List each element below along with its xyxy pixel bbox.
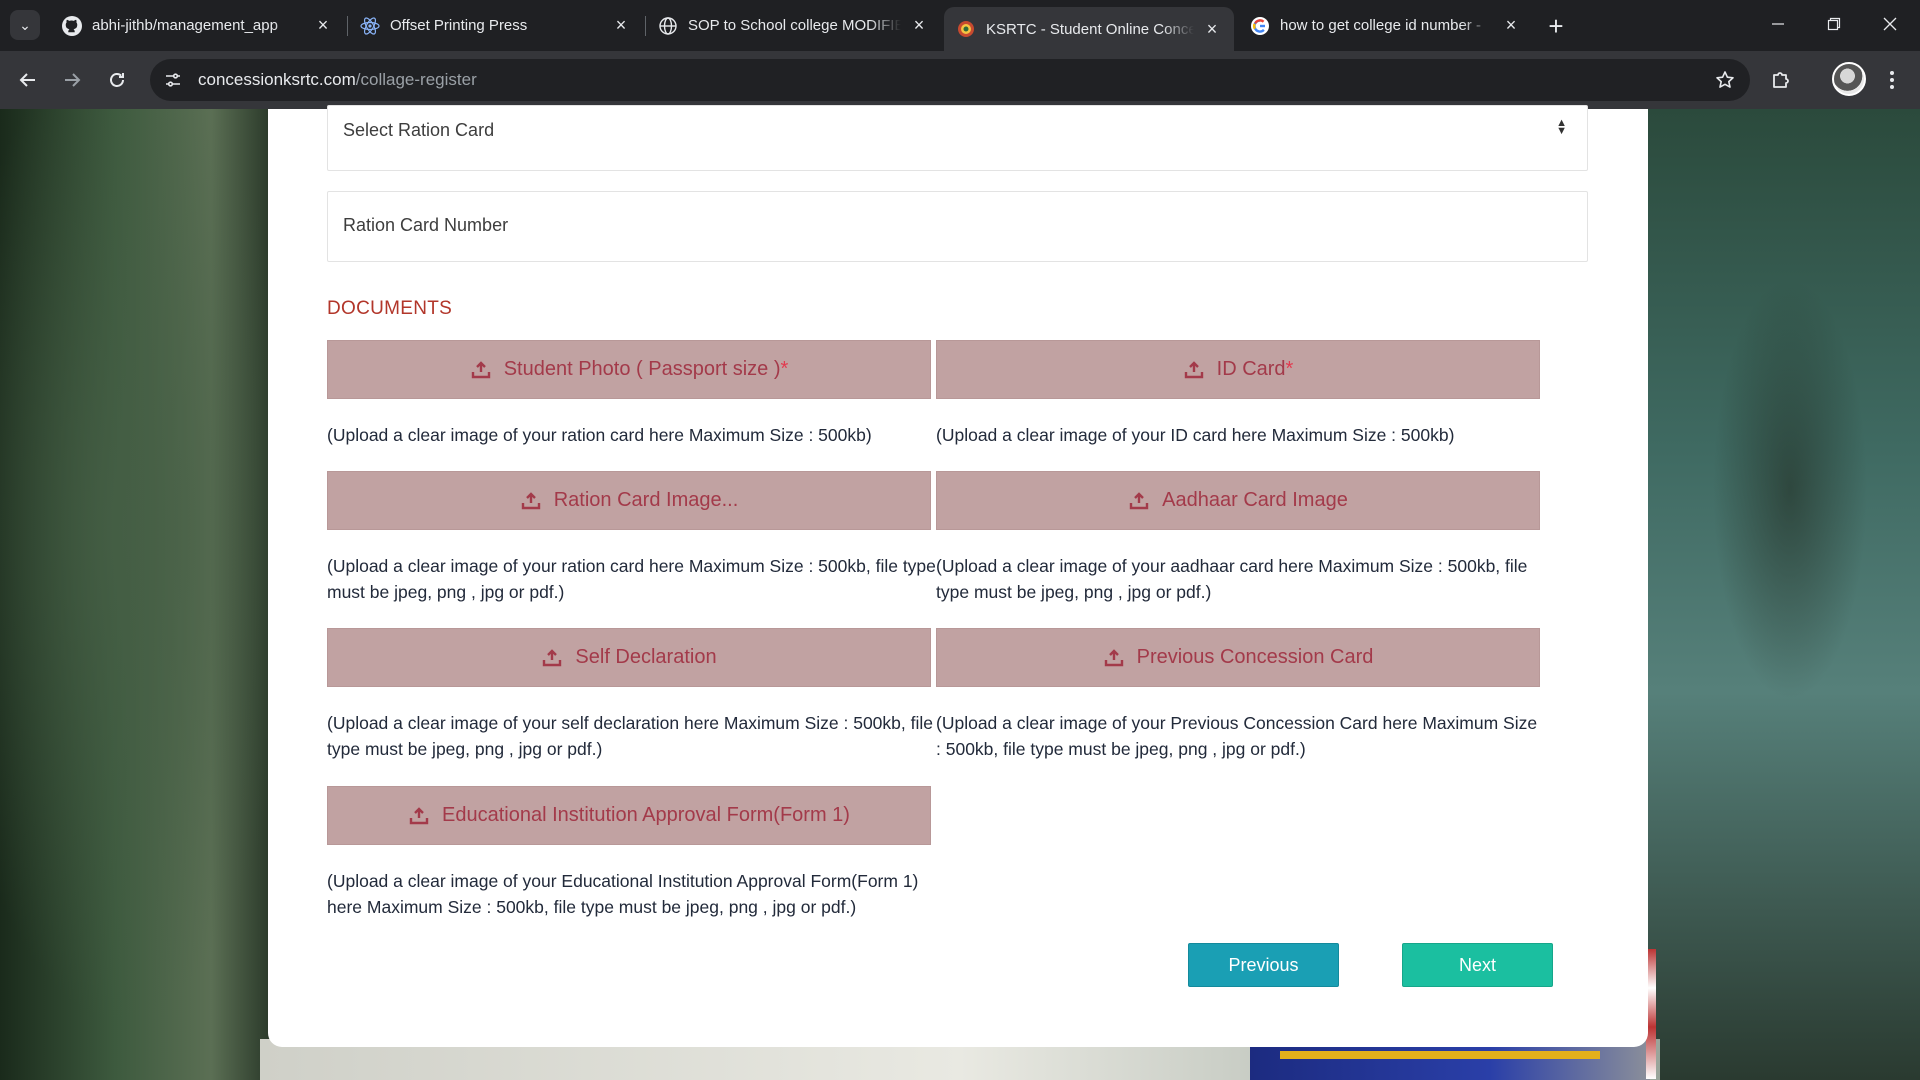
reload-icon xyxy=(110,73,124,87)
documents-heading: DOCUMENTS xyxy=(327,298,453,319)
upload-icon xyxy=(408,805,430,827)
ksrtc-icon xyxy=(956,19,976,39)
upload-icon xyxy=(1103,647,1125,669)
upload-label: Ration Card Image... xyxy=(553,489,739,511)
url-path: /collage-register xyxy=(355,70,477,89)
google-icon xyxy=(1250,16,1270,36)
next-button[interactable]: Next xyxy=(1402,943,1553,987)
upload-approval-form-button[interactable]: Educational Institution Approval Form(Fo… xyxy=(327,786,931,845)
upload-icon xyxy=(520,490,542,512)
previous-button[interactable]: Previous xyxy=(1188,943,1339,987)
extensions-button[interactable] xyxy=(1766,65,1796,95)
menu-button[interactable] xyxy=(1877,65,1907,95)
tab-offset-printing[interactable]: Offset Printing Press × xyxy=(348,7,643,44)
back-button[interactable] xyxy=(13,65,43,95)
upload-hint: (Upload a clear image of your ID card he… xyxy=(936,425,1455,445)
tab-google[interactable]: how to get college id number - × xyxy=(1238,7,1533,44)
react-icon xyxy=(360,16,380,36)
upload-previous-concession-button[interactable]: Previous Concession Card xyxy=(936,628,1540,687)
star-icon xyxy=(1716,71,1734,88)
registration-card: Select Ration Card ▲ ▼ Ration Card Number… xyxy=(268,105,1648,1047)
ration-card-select[interactable]: Select Ration Card ▲ ▼ xyxy=(327,105,1588,171)
minimize-button[interactable] xyxy=(1750,0,1806,48)
url-domain: concessionksrtc.com xyxy=(198,70,356,89)
close-icon xyxy=(1883,17,1897,31)
tab-title: KSRTC - Student Online Conces xyxy=(986,20,1194,38)
restore-button[interactable] xyxy=(1806,0,1862,48)
tab-ksrtc[interactable]: KSRTC - Student Online Conces × xyxy=(944,7,1234,51)
upload-label: Student Photo ( Passport size ) xyxy=(503,358,781,380)
arrow-right-icon xyxy=(65,73,81,87)
upload-icon xyxy=(1128,490,1150,512)
reload-button[interactable] xyxy=(102,65,132,95)
upload-hint: (Upload a clear image of your self decla… xyxy=(327,713,933,759)
upload-hint: (Upload a clear image of your Previous C… xyxy=(936,713,1538,759)
upload-student-photo-button[interactable]: Student Photo ( Passport size ) * xyxy=(327,340,931,399)
restore-icon xyxy=(1827,17,1841,31)
upload-label: Previous Concession Card xyxy=(1136,646,1374,668)
upload-icon xyxy=(541,647,563,669)
sort-caret-icon: ▲ ▼ xyxy=(1556,117,1567,137)
upload-self-declaration-button[interactable]: Self Declaration xyxy=(327,628,931,687)
close-icon[interactable]: × xyxy=(909,15,929,36)
tab-sop[interactable]: SOP to School college MODIFIE × xyxy=(646,7,941,44)
browser-toolbar: concessionksrtc.com/collage-register xyxy=(0,51,1920,109)
address-bar[interactable]: concessionksrtc.com/collage-register xyxy=(150,59,1750,101)
tab-strip: ⌄ abhi-jithb/management_app × Offset Pri… xyxy=(0,0,1920,51)
arrow-left-icon xyxy=(19,73,35,87)
globe-icon xyxy=(658,16,678,36)
background-trees xyxy=(1680,189,1900,789)
upload-label: ID Card xyxy=(1216,358,1286,380)
tab-title: how to get college id number - xyxy=(1280,17,1481,34)
puzzle-icon xyxy=(1773,72,1789,88)
upload-hint: (Upload a clear image of your ration car… xyxy=(327,556,936,602)
bookmark-button[interactable] xyxy=(1712,67,1738,93)
tab-title: SOP to School college MODIFIE xyxy=(688,17,901,34)
tab-github[interactable]: abhi-jithb/management_app × xyxy=(50,7,345,44)
ration-card-number-placeholder: Ration Card Number xyxy=(343,215,509,235)
profile-avatar[interactable] xyxy=(1832,62,1866,96)
ration-card-select-value: Select Ration Card xyxy=(343,120,495,140)
close-icon[interactable]: × xyxy=(1202,19,1222,39)
chevron-down-icon: ⌄ xyxy=(19,16,31,33)
close-window-button[interactable] xyxy=(1862,0,1918,48)
upload-label: Educational Institution Approval Form(Fo… xyxy=(442,804,850,826)
forward-button[interactable] xyxy=(57,65,87,95)
upload-icon xyxy=(470,359,492,381)
new-tab-button[interactable]: + xyxy=(1542,10,1570,41)
plus-icon: + xyxy=(1548,10,1564,41)
upload-label: Aadhaar Card Image xyxy=(1162,489,1348,511)
upload-hint: (Upload a clear image of your Educationa… xyxy=(327,871,919,917)
tab-search-button[interactable]: ⌄ xyxy=(10,10,40,40)
upload-icon xyxy=(1183,359,1205,381)
upload-label: Self Declaration xyxy=(575,646,717,668)
upload-id-card-button[interactable]: ID Card * xyxy=(936,340,1540,399)
ration-card-number-field[interactable]: Ration Card Number xyxy=(327,191,1588,262)
tab-title: abhi-jithb/management_app xyxy=(92,17,278,34)
tab-title: Offset Printing Press xyxy=(390,17,528,34)
required-marker: * xyxy=(780,358,789,380)
more-vert-icon xyxy=(1890,71,1894,89)
upload-hint: (Upload a clear image of your ration car… xyxy=(327,425,872,445)
github-icon xyxy=(62,15,82,36)
close-icon[interactable]: × xyxy=(611,15,631,36)
tune-icon xyxy=(166,73,180,87)
site-info-button[interactable] xyxy=(158,65,188,95)
minimize-icon xyxy=(1772,23,1784,25)
close-icon[interactable]: × xyxy=(1501,15,1521,36)
upload-ration-card-button[interactable]: Ration Card Image... xyxy=(327,471,931,530)
close-icon[interactable]: × xyxy=(313,15,333,36)
upload-aadhaar-card-button[interactable]: Aadhaar Card Image xyxy=(936,471,1540,530)
upload-hint: (Upload a clear image of your aadhaar ca… xyxy=(936,556,1528,602)
required-marker: * xyxy=(1285,358,1294,380)
background-bus-stripe xyxy=(1280,1051,1600,1059)
url-text[interactable]: concessionksrtc.com/collage-register xyxy=(198,70,477,90)
